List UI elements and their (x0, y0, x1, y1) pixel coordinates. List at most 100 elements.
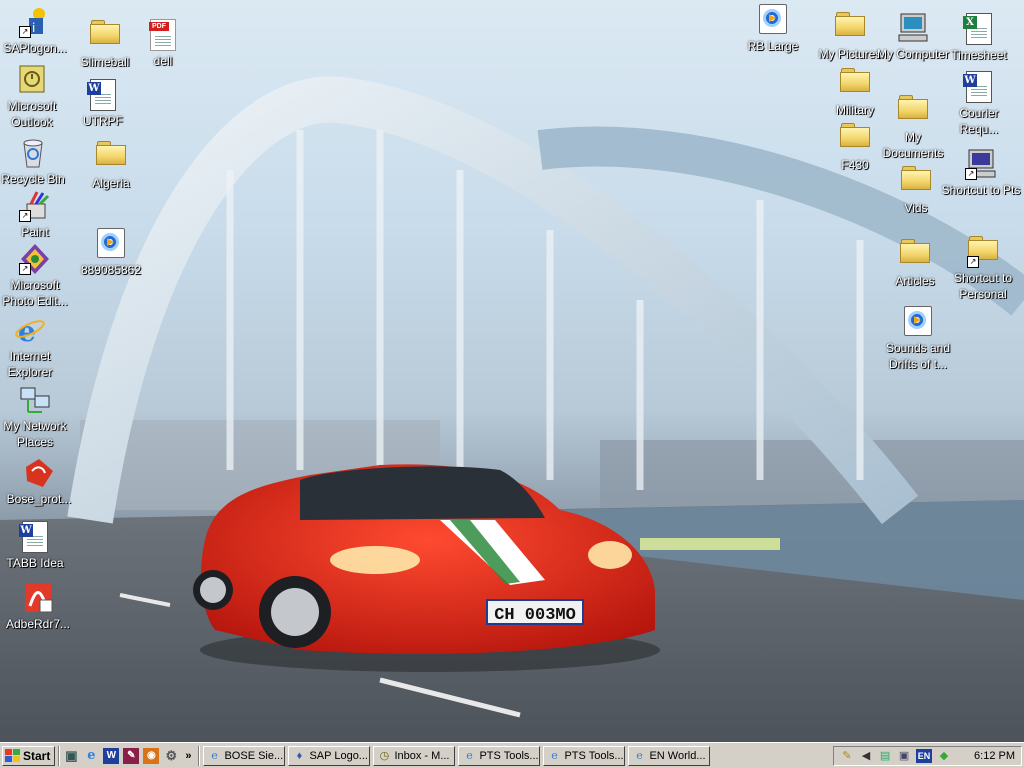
desktop-icon-bose[interactable]: Bose_prot... (0, 457, 80, 507)
license-plate: CH 003MO (494, 606, 576, 625)
show-desktop-icon[interactable]: ▣ (63, 748, 79, 764)
red-car: CH 003MO (193, 464, 660, 672)
folder-icon (95, 141, 127, 173)
my-computer-icon (897, 12, 929, 44)
desktop-icon-network-places[interactable]: My Network Places (0, 384, 76, 450)
recycle-bin-icon (17, 137, 49, 169)
taskbar-button-pts-tools-1[interactable]: e PTS Tools... (458, 745, 541, 766)
clock[interactable]: 6:12 PM (974, 750, 1015, 762)
media-file-icon (757, 4, 789, 36)
desktop-icon-paint[interactable]: ↗ Paint (0, 190, 76, 240)
desktop-icon-timesheet[interactable]: X Timesheet (938, 12, 1020, 63)
desktop-icon-utrpf[interactable]: W UTRPF (62, 78, 144, 129)
taskbar-button-en-world[interactable]: e EN World... (628, 745, 711, 766)
word-quicklaunch-icon[interactable]: W (103, 747, 120, 764)
ie-icon: e (466, 748, 473, 762)
folder-icon (839, 68, 871, 100)
paint-icon: ↗ (19, 190, 51, 222)
icon-label: Vids (904, 201, 928, 215)
task-label: Inbox - M... (394, 749, 450, 762)
icon-label: 889085862 (80, 263, 142, 277)
desktop-icon-photo-editor[interactable]: ↗ Microsoft Photo Edit... (0, 243, 76, 309)
language-indicator[interactable]: EN (916, 748, 933, 763)
network-tray-icon[interactable]: ▤ (878, 749, 892, 763)
outlook-icon: ◷ (379, 749, 390, 762)
taskbar-button-pts-tools-2[interactable]: e PTS Tools... (543, 745, 626, 766)
pdf-document-icon: PDF (147, 19, 179, 51)
volume-icon[interactable]: ◀ (859, 749, 873, 763)
word-document-icon: W (963, 71, 995, 103)
media-file-icon (95, 228, 127, 260)
folder-icon (89, 20, 121, 52)
desktop-icon-internet-explorer[interactable]: e Internet Explorer (0, 314, 71, 380)
task-label: EN World... (649, 749, 706, 762)
svg-text:i: i (32, 21, 35, 35)
adobe-reader-installer-icon (22, 582, 54, 614)
ie-icon: e (636, 748, 643, 762)
desktop-icon-shortcut-to-personal[interactable]: ↗ Shortcut to Personal (942, 230, 1024, 302)
task-label: PTS Tools... (564, 749, 624, 762)
desktop-icon-adberdr7[interactable]: AdbeRdr7... (0, 582, 79, 632)
icon-label: Bose_prot... (6, 492, 72, 506)
taskbar-button-bose[interactable]: e BOSE Sie... (203, 745, 286, 766)
icon-label: Paint (21, 225, 49, 239)
desktop-icon-algeria[interactable]: Algeria (70, 135, 152, 191)
pictures-folder-icon (834, 12, 866, 44)
folder-icon (899, 239, 931, 271)
desktop-icon-tabb-idea[interactable]: W TABB Idea (0, 520, 76, 571)
taskbar-separator (58, 745, 61, 766)
outlook-quicklaunch-icon[interactable]: ◉ (143, 747, 160, 764)
taskbar: Start ▣ e W ✎ ◉ ⚙ » e BOSE Sie... ♦ SAP … (0, 742, 1024, 768)
tools-quicklaunch-icon[interactable]: ⚙ (163, 748, 179, 764)
icon-label: Timesheet (951, 48, 1007, 62)
shield-tray-icon[interactable]: ◆ (937, 749, 951, 763)
sap-logon-icon: i ↗ (19, 6, 51, 38)
quick-launch: ▣ e W ✎ ◉ ⚙ (63, 747, 179, 764)
icon-label: Microsoft Photo Edit... (2, 278, 68, 308)
taskbar-separator (198, 745, 201, 766)
desktop-icon-sounds-and-drifts[interactable]: Sounds and Drifts of t... (877, 304, 959, 372)
folder-shortcut-icon: ↗ (967, 236, 999, 268)
icon-label: AdbeRdr7... (5, 617, 71, 631)
shortcut-icon: ↗ (965, 148, 997, 180)
desktop-icon-rb-large[interactable]: RB Large (732, 2, 814, 54)
start-button[interactable]: Start (2, 745, 56, 766)
bose-icon (23, 457, 55, 489)
icon-label: Sounds and Drifts of t... (885, 341, 951, 371)
sap-logon-icon: ♦ (296, 749, 303, 762)
internet-explorer-icon: e (14, 314, 46, 348)
icon-label: Internet Explorer (7, 349, 53, 379)
start-label: Start (23, 748, 51, 763)
app-quicklaunch-icon[interactable]: ✎ (123, 747, 140, 764)
task-label: SAP Logo... (309, 749, 368, 762)
pen-tray-icon[interactable]: ✎ (840, 749, 854, 763)
ie-icon: e (211, 748, 218, 762)
ie-icon: e (551, 748, 558, 762)
monitor-tray-icon[interactable]: ▣ (897, 749, 911, 763)
desktop-icon-dell[interactable]: PDF dell (122, 18, 204, 69)
my-documents-icon (897, 95, 929, 127)
folder-icon (900, 166, 932, 198)
desktop-icon-vids[interactable]: Vids (875, 160, 957, 216)
ie-quicklaunch-icon[interactable]: e (83, 748, 99, 764)
icon-label: Recycle Bin (1, 172, 65, 186)
icon-label: Military (836, 103, 874, 117)
icon-label: Algeria (92, 176, 130, 190)
quick-launch-more-chevron[interactable]: » (185, 750, 191, 762)
icon-label: F430 (841, 158, 869, 172)
task-label: BOSE Sie... (224, 749, 284, 762)
desktop-icon-889085862[interactable]: 889085862 (70, 226, 152, 278)
icon-label: Articles (895, 274, 935, 288)
word-document-icon: W (87, 79, 119, 111)
svg-text:e: e (18, 315, 36, 346)
media-file-icon (902, 306, 934, 338)
photo-editor-icon: ↗ (19, 243, 51, 275)
taskbar-button-inbox[interactable]: ◷ Inbox - M... (373, 745, 456, 766)
network-places-icon (19, 384, 51, 416)
icon-label: SAPlogon... (3, 41, 67, 55)
desktop-icon-recycle-bin[interactable]: Recycle Bin (0, 137, 74, 187)
taskbar-button-sap-logon[interactable]: ♦ SAP Logo... (288, 745, 371, 766)
word-document-icon: W (19, 521, 51, 553)
icon-label: dell (153, 54, 173, 68)
windows-logo-icon (5, 749, 20, 762)
